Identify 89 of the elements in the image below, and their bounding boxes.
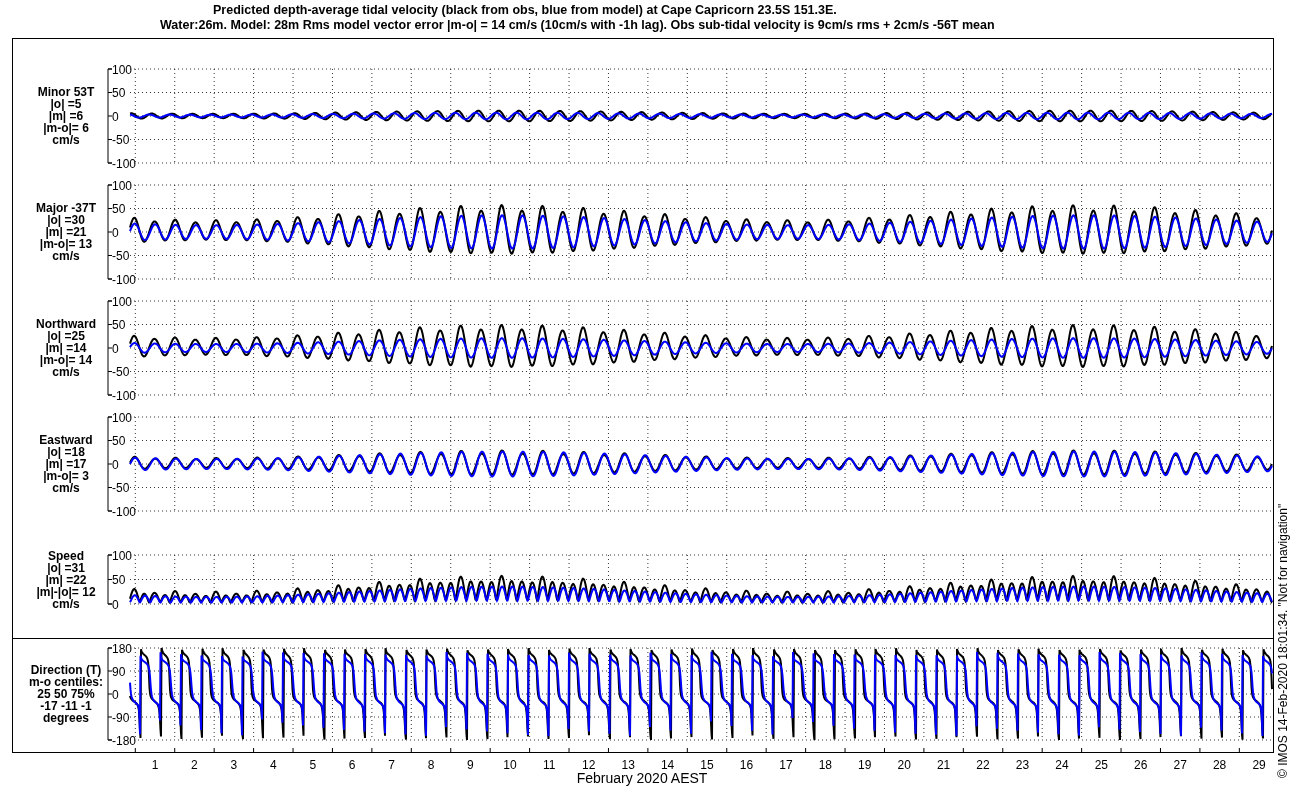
- panel-label: Speed: [48, 548, 84, 563]
- panel-label: Major -37T: [36, 201, 96, 215]
- x-tick-label: 1: [151, 758, 159, 772]
- x-tick-label: 3: [230, 758, 238, 772]
- x-tick-label: 4: [269, 758, 277, 772]
- y-tick-label: 50: [112, 318, 126, 332]
- x-tick-label: 7: [388, 758, 395, 772]
- y-axis-line: [107, 554, 113, 605]
- y-tick-label: 50: [112, 434, 126, 448]
- y-tick-label: -100: [112, 504, 137, 519]
- panel-label: Direction (T): [30, 663, 102, 677]
- x-tick-label: 11: [543, 758, 556, 772]
- y-tick-label: 0: [112, 225, 119, 240]
- y-tick-label: 0: [112, 687, 119, 702]
- y-tick-label: -50: [112, 249, 130, 263]
- panel-label: |m| =17: [45, 457, 87, 471]
- panel-label: |o| =31: [47, 560, 85, 575]
- panel-label: cm/s: [52, 249, 80, 263]
- credit-text: © IMOS 14-Feb-2020 18:01:34. "Not for navigation": [1276, 503, 1290, 778]
- y-tick-label: -180: [112, 733, 137, 748]
- panel-label: cm/s: [52, 365, 80, 379]
- panel-label: -17 -11 -1: [40, 699, 92, 713]
- panel-label: Minor 53T: [37, 85, 95, 99]
- panel-label: |o| =30: [47, 213, 85, 227]
- y-tick-label: 50: [112, 573, 126, 587]
- panel-label: |m-o|= 3: [43, 469, 89, 483]
- y-tick-label: -90: [112, 710, 130, 725]
- x-tick-label: 16: [739, 758, 754, 772]
- x-tick-label: 17: [779, 758, 793, 772]
- panel-label: cm/s: [52, 481, 80, 495]
- y-tick-label: 0: [112, 457, 119, 472]
- y-tick-label: 0: [112, 109, 119, 124]
- y-tick-label: 50: [112, 202, 126, 216]
- y-tick-label: -50: [112, 133, 130, 147]
- y-tick-label: 100: [112, 548, 133, 563]
- y-tick-label: 100: [112, 178, 133, 193]
- chart-title: Predicted depth-average tidal velocity (black from obs, blue from model) at Cape Capricorn 23.5S 151.3E.: [212, 3, 838, 18]
- x-tick-label: 26: [1134, 758, 1148, 772]
- x-tick-label: 5: [309, 758, 317, 772]
- x-tick-label: 28: [1212, 758, 1227, 772]
- x-tick-label: 23: [1015, 758, 1030, 772]
- y-tick-label: 100: [112, 294, 133, 309]
- y-tick-label: -100: [112, 272, 137, 287]
- x-tick-label: 6: [348, 758, 356, 772]
- x-tick-label: 2: [191, 758, 198, 772]
- y-tick-label: -50: [112, 481, 130, 495]
- panel-label: m-o centiles:: [29, 675, 103, 689]
- panel-label: 25 50 75%: [37, 687, 95, 701]
- x-tick-label: 14: [660, 758, 675, 772]
- chart-subtitle: Water:26m. Model: 28m Rms model vector error |m-o| = 14 cm/s (10cm/s with -1h lag). Obs sub-tidal velocity is 9cm/s rms + 2cm/s -56T mean: [159, 18, 996, 33]
- y-tick-label: 100: [112, 62, 133, 77]
- y-tick-label: 100: [112, 410, 133, 425]
- x-tick-label: 24: [1055, 758, 1069, 772]
- x-tick-label: 8: [427, 758, 435, 772]
- x-tick-label: 12: [582, 758, 596, 772]
- panel-label: |m| =6: [48, 109, 84, 123]
- y-tick-label: 50: [112, 86, 126, 100]
- x-axis-title: February 2020 AEST: [576, 770, 708, 786]
- x-tick-label: 22: [976, 758, 990, 772]
- y-tick-label: 180: [112, 641, 133, 656]
- x-tick-label: 20: [897, 758, 911, 772]
- panel-label: |m| =14: [45, 341, 87, 355]
- y-tick-label: -100: [112, 388, 137, 403]
- panel-label: degrees: [43, 711, 89, 725]
- panel-label: |m| =21: [45, 225, 87, 239]
- panel-label: |m-o|= 13: [39, 237, 93, 251]
- x-tick-label: 25: [1094, 758, 1108, 772]
- x-tick-label: 13: [621, 758, 635, 772]
- x-tick-label: 10: [503, 758, 517, 772]
- y-tick-label: 90: [112, 664, 126, 679]
- x-tick-label: 9: [467, 758, 474, 772]
- y-tick-label: 0: [112, 597, 119, 612]
- panel-label: |o| =5: [50, 97, 82, 111]
- y-tick-label: -100: [112, 156, 137, 171]
- y-tick-label: -50: [112, 365, 130, 379]
- x-tick-label: 18: [818, 758, 832, 772]
- x-tick-label: 19: [858, 758, 872, 772]
- panel-label: |o| =18: [47, 445, 85, 459]
- y-tick-label: 0: [112, 341, 119, 356]
- panel-label: Eastward: [39, 433, 93, 447]
- panel-label: cm/s: [52, 133, 80, 147]
- panel-label: Northward: [36, 317, 96, 331]
- x-tick-label: 27: [1173, 758, 1187, 772]
- x-tick-label: 21: [936, 758, 951, 772]
- x-tick-label: 15: [700, 758, 714, 772]
- x-tick-label: 29: [1252, 758, 1266, 772]
- panel-label: |m-o|= 14: [39, 353, 93, 367]
- panel-label: |o| =25: [47, 329, 85, 343]
- panel-label: |m-o|= 6: [43, 121, 89, 135]
